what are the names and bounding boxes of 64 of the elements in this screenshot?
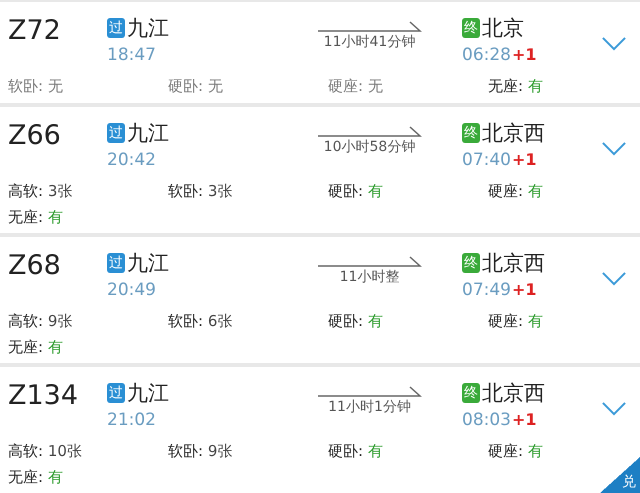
seat-availability: 硬座: 有: [488, 310, 544, 331]
arrival-station: 北京西: [482, 120, 545, 147]
train-card[interactable]: Z68 过 九江 20:49 11小时整 终 北京西 07:49+1 高软: 9张 软卧: 6张 硬卧: 有 硬座: 有 无座: 有: [0, 236, 640, 363]
departure-time: 21:02: [107, 408, 157, 432]
station-tag: 过: [107, 252, 125, 273]
day-offset: +1: [512, 280, 537, 299]
arrival-station: 北京西: [482, 250, 545, 277]
travel-duration: 11小时41分钟: [324, 33, 416, 51]
seat-availability: 硬座: 有: [488, 440, 544, 461]
station-tag: 终: [462, 18, 480, 38]
departure-station: 九江: [127, 250, 169, 277]
departure-station: 九江: [127, 120, 169, 147]
station-tag: 终: [462, 382, 480, 403]
departure-time: 20:49: [107, 278, 157, 302]
train-number: Z68: [8, 248, 62, 283]
departure-station: 九江: [127, 380, 169, 407]
train-number: Z72: [8, 14, 62, 48]
day-offset: +1: [512, 150, 537, 169]
arrival-time: 07:40: [462, 148, 511, 172]
seat-availability: 硬卧: 有: [328, 310, 384, 331]
seat-availability: 无座: 有: [488, 76, 544, 96]
seat-availability: 软卧: 9张: [168, 440, 234, 461]
chevron-icon[interactable]: [602, 270, 626, 286]
station-tag: 终: [462, 252, 480, 273]
seat-availability: 高软: 10张: [8, 440, 83, 461]
seat-availability: 无座: 有: [8, 336, 64, 357]
departure-station: 九江: [127, 15, 169, 42]
station-tag: 过: [107, 122, 125, 143]
corner-badge: 兑: [600, 457, 640, 493]
chevron-icon[interactable]: [602, 400, 626, 416]
seat-availability: 软卧: 3张: [168, 180, 234, 201]
seat-availability: 软卧: 无: [8, 76, 64, 96]
seat-availability: 硬座: 无: [328, 76, 384, 96]
seat-availability: 硬卧: 有: [328, 180, 384, 201]
arrival-time: 08:03: [462, 408, 511, 432]
seat-availability: 硬座: 有: [488, 180, 544, 201]
station-tag: 过: [107, 18, 125, 38]
seat-availability: 高软: 3张: [8, 180, 74, 201]
departure-time: 18:47: [107, 44, 157, 67]
train-card[interactable]: Z134 过 九江 21:02 11小时1分钟 终 北京西 08:03+1 高软: 10张 软卧: 9张 硬卧: 有 硬座: 有 无座: 有 兑: [0, 366, 640, 493]
seat-availability: 无座: 有: [8, 206, 64, 227]
departure-time: 20:42: [107, 148, 157, 172]
seat-availability: 硬卧: 无: [168, 76, 224, 96]
day-offset: +1: [512, 410, 537, 429]
travel-duration: 11小时1分钟: [328, 398, 411, 416]
station-tag: 终: [462, 122, 480, 143]
arrival-time: 07:49: [462, 278, 511, 302]
travel-duration: 10小时58分钟: [324, 138, 416, 156]
chevron-icon[interactable]: [602, 36, 626, 51]
seat-availability: 硬卧: 有: [328, 440, 384, 461]
train-card[interactable]: Z72 过 九江 18:47 11小时41分钟 终 北京 06:28+1 软卧: 无 硬卧: 无 硬座: 无 无座: 有: [0, 2, 640, 103]
seat-availability: 高软: 9张: [8, 310, 74, 331]
seat-availability: 无座: 有: [8, 466, 64, 487]
train-number: Z66: [8, 118, 62, 153]
arrival-station: 北京西: [482, 380, 545, 407]
station-tag: 过: [107, 382, 125, 403]
chevron-icon[interactable]: [602, 140, 626, 156]
seat-availability: 软卧: 6张: [168, 310, 234, 331]
arrival-time: 06:28: [462, 44, 511, 67]
arrival-station: 北京: [482, 15, 524, 42]
train-number: Z134: [8, 378, 80, 413]
day-offset: +1: [512, 45, 537, 64]
travel-duration: 11小时整: [340, 268, 400, 286]
train-card[interactable]: Z66 过 九江 20:42 10小时58分钟 终 北京西 07:40+1 高软: 3张 软卧: 3张 硬卧: 有 硬座: 有 无座: 有: [0, 106, 640, 233]
